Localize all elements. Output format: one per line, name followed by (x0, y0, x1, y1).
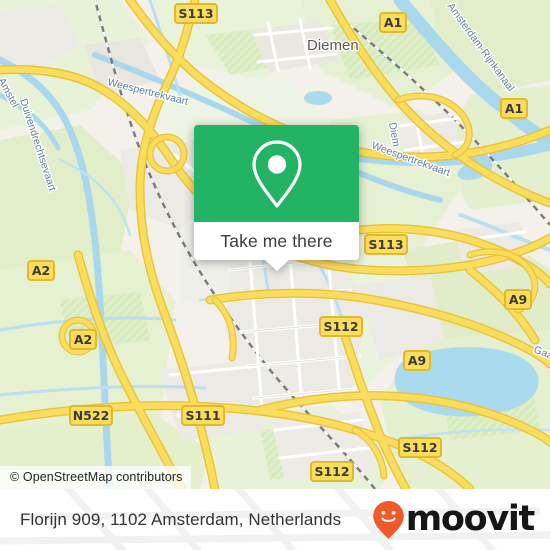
moovit-wordmark: moovit (405, 499, 536, 539)
road-shield-label: S112 (314, 464, 349, 479)
road-shield-label: A1 (384, 15, 402, 30)
road-shield: N522 (69, 405, 113, 426)
road-shield: S112 (310, 461, 354, 482)
road-shield: S111 (181, 405, 225, 426)
road-shield-label: S113 (368, 237, 403, 252)
address-text: Florijn 909, 1102 Amsterdam, Netherlands (20, 509, 342, 529)
road-shield: S113 (174, 3, 218, 24)
take-me-there-label: Take me there (220, 230, 333, 251)
callout-tail (263, 259, 290, 271)
road-shield: A9 (403, 350, 431, 371)
road-shield-label: S112 (323, 319, 358, 334)
callout-pin-area (194, 125, 359, 222)
moovit-logo[interactable]: moovit (372, 499, 536, 540)
road-shield: S112 (319, 316, 363, 337)
destination-callout[interactable]: Take me there (194, 125, 359, 271)
road-shield: A1 (500, 98, 528, 119)
road-shield-label: S111 (185, 408, 220, 423)
road-shield-label: A9 (509, 292, 527, 307)
road-shield-label: A2 (32, 263, 50, 278)
osm-attribution[interactable]: © OpenStreetMap contributors (0, 466, 191, 489)
road-shield-label: A1 (505, 101, 523, 116)
road-shield: A2 (69, 329, 97, 350)
callout-action[interactable]: Take me there (194, 222, 359, 271)
road-shield-label: S113 (178, 6, 213, 21)
road-shield: A2 (27, 260, 55, 281)
location-pin-icon (251, 139, 302, 208)
road-shield: S113 (364, 234, 408, 255)
footer-bar: Florijn 909, 1102 Amsterdam, Netherlands… (0, 489, 550, 550)
road-shield-label: N522 (73, 408, 110, 423)
screenshot-root: Diemen Weespertrekvaart Amstel Duivendrecht… (0, 0, 550, 550)
road-shield-label: A9 (408, 353, 426, 368)
road-shield: A1 (379, 12, 407, 33)
road-shield: A9 (504, 289, 532, 310)
moovit-smiley-pin-icon (372, 500, 404, 539)
road-shield-label: A2 (74, 332, 92, 347)
road-shield-label: S112 (402, 440, 437, 455)
map-place-label: Diemen (307, 37, 359, 54)
road-shield: S112 (398, 437, 442, 458)
